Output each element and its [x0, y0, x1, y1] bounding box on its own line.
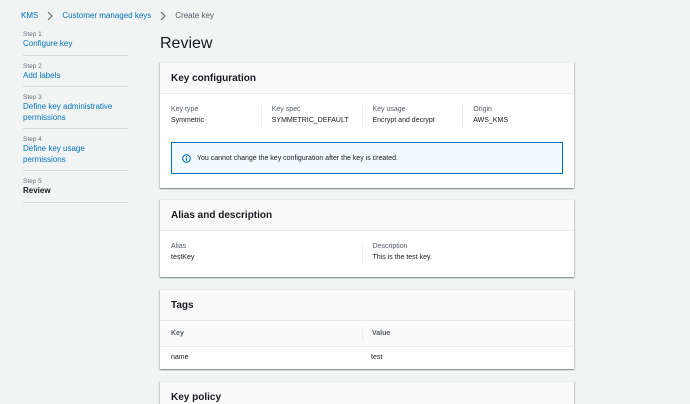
field-label: Key type	[171, 106, 199, 113]
wizard-step-4: Step 4 Define key usage permissions	[23, 135, 128, 171]
step-link-usage-permissions[interactable]: Define key usage permissions	[23, 144, 128, 165]
field-value: This is the test key.	[372, 254, 432, 261]
field-description: Description This is the test key.	[361, 242, 564, 264]
table-row: name test	[160, 347, 574, 368]
field-label: Alias	[171, 243, 187, 250]
step-number: Step 5	[23, 178, 42, 185]
breadcrumb: KMS Customer managed keys Create key	[21, 11, 214, 21]
step-link-admin-permissions[interactable]: Define key administrative permissions	[23, 102, 128, 123]
wizard-step-3: Step 3 Define key administrative permiss…	[23, 93, 128, 129]
page-title: Review	[160, 35, 213, 52]
step-number: Step 1	[23, 31, 42, 38]
field-key-spec: Key spec SYMMETRIC_DEFAULT	[260, 105, 362, 127]
alias-description-panel: Alias and description Alias testKey Desc…	[160, 199, 574, 277]
wizard-steps: Step 1 Configure key Step 2 Add labels S…	[23, 30, 128, 209]
chevron-right-icon	[159, 11, 167, 21]
field-value: Encrypt and decrypt	[372, 117, 435, 124]
key-config-fields: Key type Symmetric Key spec SYMMETRIC_DE…	[160, 94, 574, 127]
field-value: AWS_KMS	[473, 117, 508, 124]
field-key-usage: Key usage Encrypt and decrypt	[361, 105, 463, 127]
field-label: Description	[372, 243, 408, 250]
panel-title: Alias and description	[160, 200, 574, 231]
step-link-add-labels[interactable]: Add labels	[23, 71, 128, 82]
key-configuration-panel: Key configuration Key type Symmetric Key…	[160, 62, 574, 188]
step-number: Step 4	[23, 136, 42, 143]
column-header-key: Key	[171, 330, 184, 337]
page: KMS Customer managed keys Create key Ste…	[0, 0, 690, 404]
panel-title: Tags	[160, 290, 574, 321]
field-label: Key usage	[372, 106, 406, 113]
chevron-right-icon	[46, 11, 54, 21]
breadcrumb-customer-managed-keys[interactable]: Customer managed keys	[62, 11, 151, 21]
key-policy-panel: Key policy	[160, 381, 574, 404]
tags-panel: Tags Key Value name test	[160, 289, 574, 369]
panel-title: Key configuration	[160, 63, 574, 94]
step-number: Step 3	[23, 94, 42, 101]
wizard-step-2: Step 2 Add labels	[23, 62, 128, 87]
step-number: Step 2	[23, 62, 42, 70]
panel-title: Key policy	[160, 382, 574, 404]
tag-key-cell: name	[171, 354, 189, 361]
wizard-step-5: Step 5 Review	[23, 177, 128, 203]
breadcrumb-kms[interactable]: KMS	[21, 11, 38, 21]
step-link-configure-key[interactable]: Configure key	[23, 39, 128, 50]
field-key-type: Key type Symmetric	[171, 105, 261, 127]
step-current-review: Review	[23, 186, 51, 195]
field-alias: Alias testKey	[171, 242, 362, 264]
column-header-value: Value	[362, 326, 574, 341]
info-alert-text: You cannot change the key configuration …	[197, 154, 398, 162]
field-value: Symmetric	[171, 117, 205, 124]
field-value: SYMMETRIC_DEFAULT	[271, 117, 349, 124]
field-value: testKey	[171, 254, 195, 261]
wizard-step-1: Step 1 Configure key	[23, 30, 128, 56]
alias-fields: Alias testKey Description This is the te…	[160, 231, 574, 264]
tag-value-cell: test	[371, 354, 383, 361]
field-label: Origin	[473, 106, 492, 113]
info-alert: You cannot change the key configuration …	[171, 142, 563, 174]
tags-table-header: Key Value	[160, 321, 574, 347]
info-icon	[182, 153, 191, 163]
field-label: Key spec	[271, 106, 301, 113]
field-origin: Origin AWS_KMS	[462, 105, 563, 127]
breadcrumb-create-key: Create key	[175, 11, 214, 20]
